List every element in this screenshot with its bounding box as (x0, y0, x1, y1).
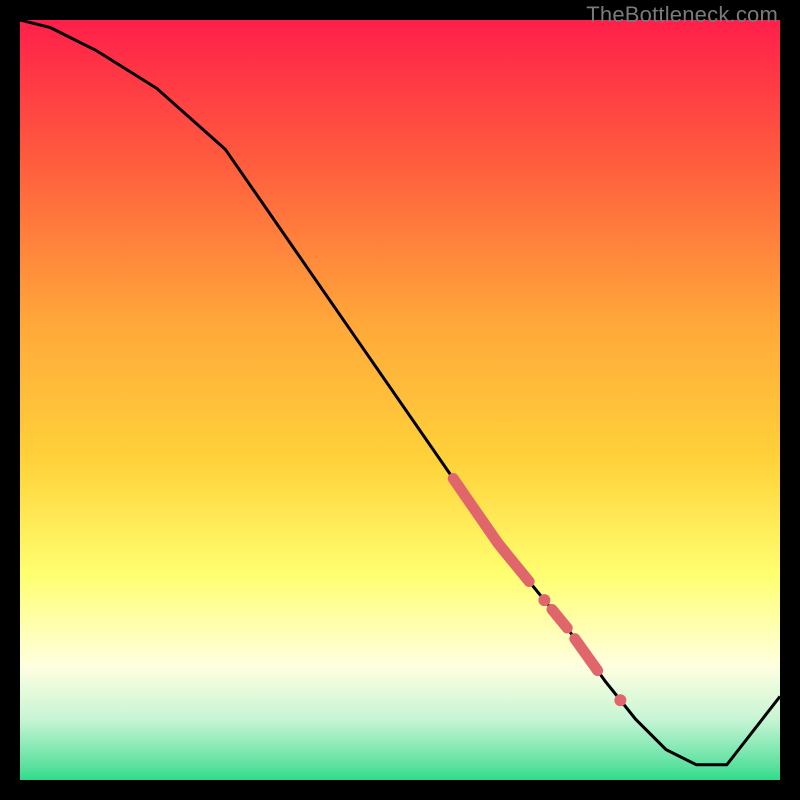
plot-area (20, 20, 780, 780)
highlight-point (538, 594, 550, 606)
highlight-point (614, 694, 626, 706)
main-curve (20, 20, 780, 765)
highlight-segment (575, 639, 598, 671)
highlight-segments (453, 479, 597, 671)
watermark-text: TheBottleneck.com (586, 2, 778, 28)
chart-svg (20, 20, 780, 780)
chart-container: TheBottleneck.com (0, 0, 800, 800)
highlight-segment (453, 479, 529, 582)
highlight-segment (552, 609, 567, 628)
